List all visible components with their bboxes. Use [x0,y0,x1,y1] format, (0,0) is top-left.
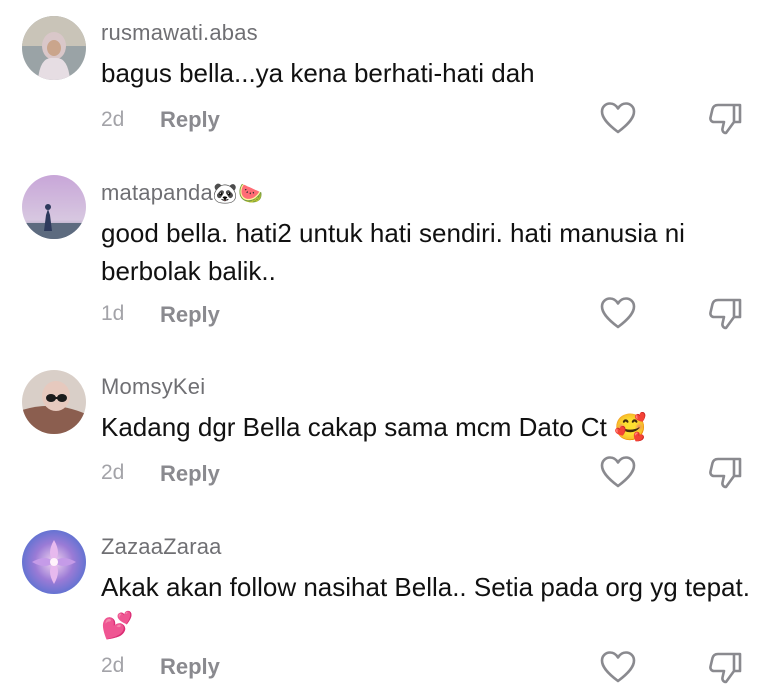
comment-timestamp: 2d [101,654,125,677]
avatar[interactable] [22,16,86,80]
username-emoji: 🐼🍉 [212,181,264,205]
comment-username[interactable]: rusmawati.abas [101,20,258,46]
comment-emoji: 🥰 [614,413,647,443]
heart-outline-icon[interactable] [600,101,636,135]
thumbs-down-outline-icon[interactable] [706,100,744,136]
comment-timestamp: 1d [101,302,125,325]
avatar[interactable] [22,370,86,434]
heart-outline-icon[interactable] [600,296,636,330]
reply-button[interactable]: Reply [160,654,220,680]
thumbs-down-outline-icon[interactable] [706,454,744,490]
reply-button[interactable]: Reply [160,302,220,328]
comment-emoji: 💕 [101,611,134,641]
comment-username[interactable]: ZazaaZaraa [101,534,222,560]
comment-text: good bella. hati2 untuk hati sendiri. ha… [101,218,685,286]
comment-text: bagus bella...ya kena berhati-hati dah [101,58,535,88]
comment-timestamp: 2d [101,461,125,484]
comment-username[interactable]: matapanda🐼🍉 [101,180,263,206]
thumbs-down-outline-icon[interactable] [706,295,744,331]
reply-button[interactable]: Reply [160,107,220,133]
heart-outline-icon[interactable] [600,650,636,684]
comment-timestamp: 2d [101,108,125,131]
avatar[interactable] [22,175,86,239]
thumbs-down-outline-icon[interactable] [706,649,744,685]
comment-text: Kadang dgr Bella cakap sama mcm Dato Ct … [101,412,647,443]
comment-text: Akak akan follow nasihat Bella.. Setia p… [101,572,750,641]
avatar[interactable] [22,530,86,594]
comment-username[interactable]: MomsyKei [101,374,205,400]
heart-outline-icon[interactable] [600,455,636,489]
reply-button[interactable]: Reply [160,461,220,487]
